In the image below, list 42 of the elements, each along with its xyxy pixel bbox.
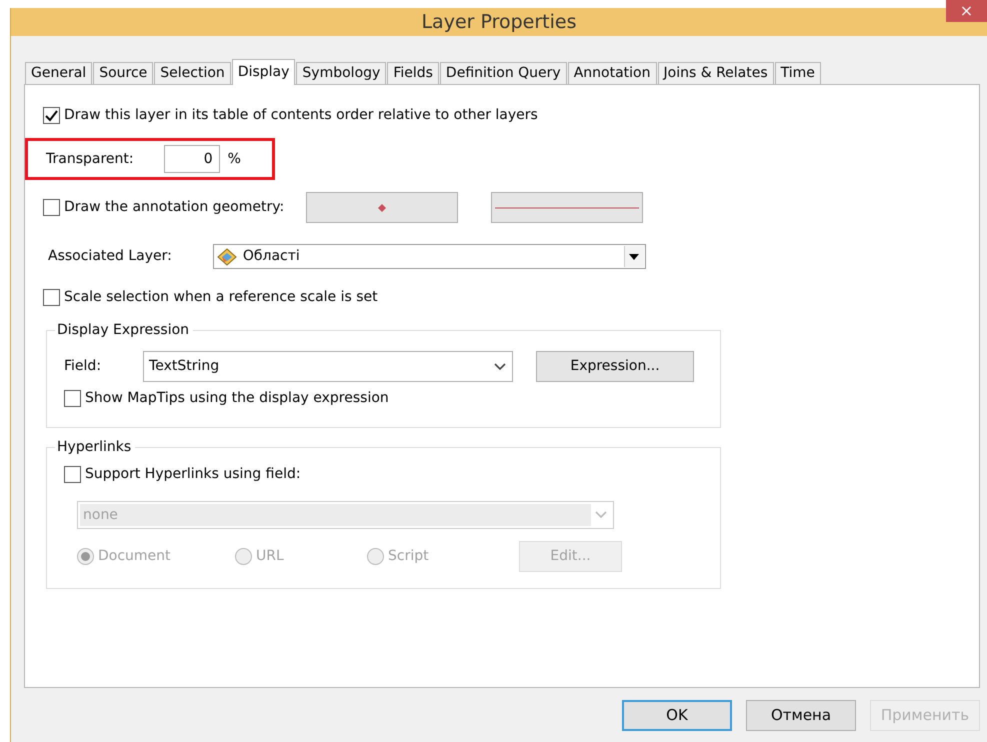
layer-dropdown[interactable]: Області [212, 244, 646, 269]
radio-label: Script [388, 547, 429, 566]
dialog-button[interactable]: Отмена [746, 700, 856, 731]
field-label: Transparent: [46, 150, 134, 168]
tab[interactable]: Symbology [296, 62, 386, 84]
checkbox-label: Scale selection when a reference scale is set [64, 288, 378, 307]
group-title: Display Expression [55, 321, 194, 339]
layer-icon [216, 248, 237, 266]
checkbox-label: Support Hyperlinks using field: [85, 465, 301, 484]
checkbox-label: Show MapTips using the display expression [85, 389, 389, 408]
field-dropdown[interactable]: TextString [143, 351, 514, 382]
checkbox-label: Draw this layer in its table of contents order relative to other layers [64, 106, 538, 125]
tab[interactable]: General [25, 62, 92, 84]
expression-button[interactable]: Expression... [536, 351, 694, 382]
checkbox[interactable] [64, 390, 81, 407]
radio-label: URL [256, 547, 284, 566]
tab[interactable]: Time [774, 62, 821, 84]
tab[interactable]: Fields [387, 62, 439, 84]
chevron-down-icon [595, 511, 607, 519]
line-icon [495, 206, 640, 208]
tab[interactable]: Display [232, 59, 296, 85]
checkbox[interactable] [43, 199, 60, 216]
field-label: Associated Layer: [48, 247, 172, 266]
chevron-down-icon [494, 362, 506, 370]
field-label: Field: [64, 357, 102, 376]
radio-label: Document [98, 547, 171, 566]
checkbox[interactable] [43, 107, 60, 124]
group-title: Hyperlinks [55, 438, 136, 456]
checkbox-label: Draw the annotation geometry: [64, 198, 284, 217]
tab[interactable]: Source [93, 62, 154, 84]
tab[interactable]: Joins & Relates [658, 62, 774, 84]
window-title: Layer Properties [421, 10, 577, 35]
checkbox[interactable] [43, 289, 60, 306]
tab[interactable]: Definition Query [440, 62, 567, 84]
line-symbol-button[interactable] [491, 192, 644, 223]
close-button[interactable]: × [946, 0, 987, 22]
unit-label: % [228, 150, 241, 168]
dialog-button[interactable]: OK [622, 700, 732, 731]
transparency-field[interactable]: 0 [164, 145, 220, 173]
tab[interactable]: Selection [154, 62, 231, 84]
tab[interactable]: Annotation [568, 62, 656, 84]
diamond-icon [378, 204, 386, 212]
